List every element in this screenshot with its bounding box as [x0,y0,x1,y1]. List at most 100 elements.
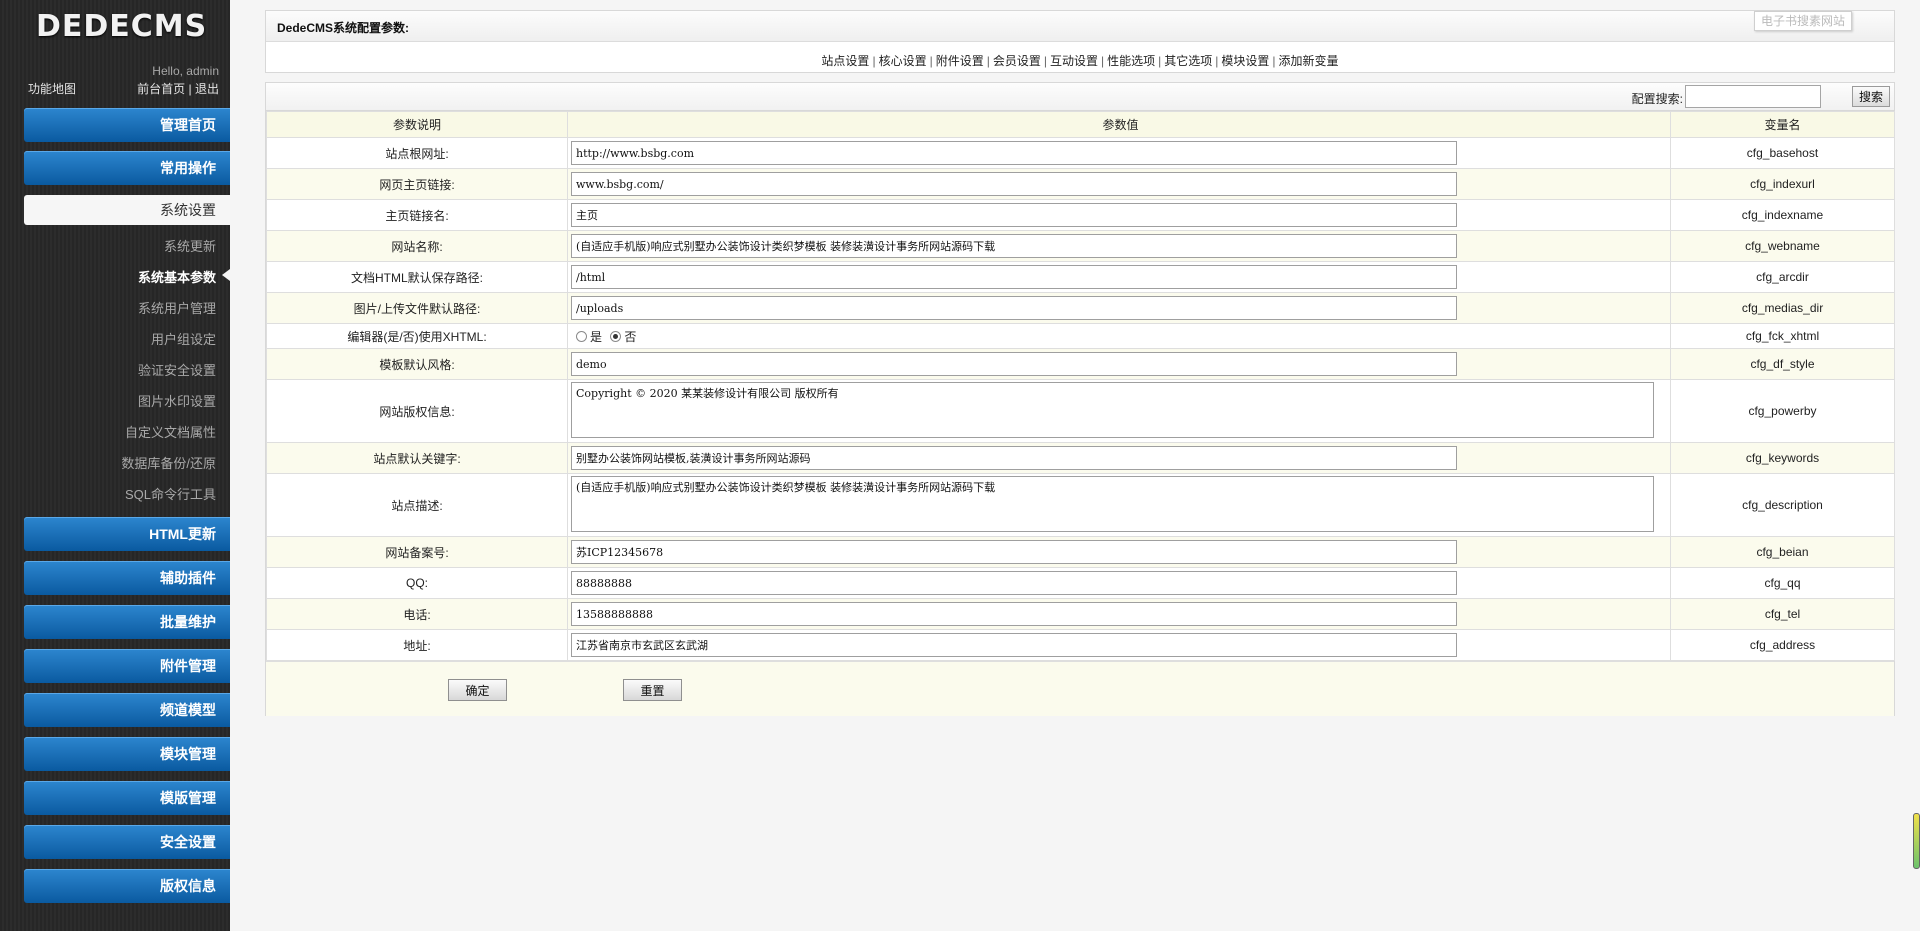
param-var: cfg_tel [1670,598,1895,630]
header-value: 参数值 [567,111,1671,138]
tab-core[interactable]: 核心设置 [879,54,927,68]
sub-item-basic-params[interactable]: 系统基本参数 [138,267,216,286]
param-desc: 图片/上传文件默认路径: [266,292,568,324]
param-input-df-style[interactable] [571,352,1457,376]
sub-item-sql-tool[interactable]: SQL命令行工具 [125,484,216,503]
sub-item-security-verify[interactable]: 验证安全设置 [138,360,216,379]
tab-interaction[interactable]: 互动设置 [1050,54,1098,68]
param-input-medias-dir[interactable] [571,296,1457,320]
tab-separator: | [986,54,990,68]
tab-site[interactable]: 站点设置 [821,54,869,68]
frontpage-link[interactable]: 前台首页 [137,82,185,96]
tab-members[interactable]: 会员设置 [993,54,1041,68]
sub-item-custom-attrs[interactable]: 自定义文档属性 [125,422,216,441]
param-var: cfg_indexname [1670,199,1895,231]
search-button[interactable]: 搜索 [1852,86,1890,107]
param-desc: 网站版权信息: [266,379,568,443]
param-desc: 站点描述: [266,473,568,537]
param-input-indexname[interactable] [571,203,1457,227]
param-var: cfg_address [1670,629,1895,661]
param-desc: QQ: [266,567,568,599]
radio-yes[interactable]: 是 [571,328,602,345]
radio-unchecked-icon[interactable] [576,330,587,342]
table-row: 网站版权信息: Copyright © 2020 某某装修设计有限公司 版权所有… [266,379,1895,443]
table-row: 模板默认风格: cfg_df_style [266,348,1895,380]
tab-modules[interactable]: 模块设置 [1221,54,1269,68]
param-input-webname[interactable] [571,234,1457,258]
menu-templates[interactable]: 模版管理 [24,781,230,815]
param-var: cfg_beian [1670,536,1895,568]
param-var: cfg_arcdir [1670,261,1895,293]
tab-separator: | [929,54,933,68]
menu-html-update[interactable]: HTML更新 [24,517,230,551]
param-desc: 站点默认关键字: [266,442,568,474]
table-row: 地址: cfg_address [266,629,1895,661]
header-var: 变量名 [1670,111,1895,138]
menu-system-settings[interactable]: 系统设置 [24,195,230,225]
menu-copyright[interactable]: 版权信息 [24,869,230,903]
confirm-button[interactable]: 确定 [448,679,507,701]
sub-item-system-update[interactable]: 系统更新 [164,236,216,255]
param-desc: 编辑器(是/否)使用XHTML: [266,323,568,349]
menu-attachments[interactable]: 附件管理 [24,649,230,683]
search-label: 配置搜索: [1631,92,1683,106]
sub-item-db-backup[interactable]: 数据库备份/还原 [121,453,216,472]
param-var: cfg_powerby [1670,379,1895,443]
scroll-widget[interactable] [1913,813,1920,869]
current-item-pointer-icon [222,269,230,281]
sidebar: DEDECMS Hello, admin 功能地图 前台首页 | 退出 管理首页… [0,0,230,931]
table-row: 站点根网址: cfg_basehost [266,137,1895,169]
sub-item-user-management[interactable]: 系统用户管理 [138,298,216,317]
param-textarea-description[interactable]: (自适应手机版)响应式别墅办公装饰设计类织梦模板 装修装潢设计事务所网站源码下载 [571,475,1654,532]
config-header: DedeCMS系统配置参数: 电子书搜素网站 站点设置 | 核心设置 | 附件设置 | 会员… [265,10,1895,73]
sub-item-watermark[interactable]: 图片水印设置 [138,391,216,410]
menu-channel-model[interactable]: 频道模型 [24,693,230,727]
radio-no[interactable]: 否 [605,328,636,345]
param-input-basehost[interactable] [571,141,1457,165]
param-input-arcdir[interactable] [571,265,1457,289]
table-row: 文档HTML默认保存路径: cfg_arcdir [266,261,1895,293]
search-input[interactable] [1685,85,1821,108]
menu-common-ops[interactable]: 常用操作 [24,151,230,185]
logo: DEDECMS [36,9,208,44]
watermark-badge[interactable]: 电子书搜素网站 [1753,11,1852,31]
param-textarea-powerby[interactable]: Copyright © 2020 某某装修设计有限公司 版权所有 [571,381,1654,438]
menu-security[interactable]: 安全设置 [24,825,230,859]
param-var: cfg_keywords [1670,442,1895,474]
param-input-beian[interactable] [571,540,1457,564]
param-input-keywords[interactable] [571,446,1457,470]
tab-other[interactable]: 其它选项 [1164,54,1212,68]
config-panel: 配置搜索: 搜索 参数说明 参数值 变量名 站点根网址: cfg_basehos… [265,82,1895,716]
param-var: cfg_medias_dir [1670,292,1895,324]
tab-add-variable[interactable]: 添加新变量 [1279,54,1339,68]
radio-checked-icon[interactable] [610,330,622,342]
sitemap-link[interactable]: 功能地图 [28,80,76,97]
tab-attachments[interactable]: 附件设置 [936,54,984,68]
param-var: cfg_basehost [1670,137,1895,169]
sub-item-user-groups[interactable]: 用户组设定 [151,329,216,348]
param-var: cfg_description [1670,473,1895,537]
menu-modules[interactable]: 模块管理 [24,737,230,771]
menu-batch[interactable]: 批量维护 [24,605,230,639]
tab-separator: | [1101,54,1105,68]
menu-plugins[interactable]: 辅助插件 [24,561,230,595]
param-var: cfg_indexurl [1670,168,1895,200]
param-desc: 模板默认风格: [266,348,568,380]
params-table: 参数说明 参数值 变量名 站点根网址: cfg_basehost 网页主页链接:… [266,111,1895,661]
table-row: 网站名称: cfg_webname [266,230,1895,262]
param-desc: 网站名称: [266,230,568,262]
logout-link[interactable]: 退出 [195,82,219,96]
tab-separator: | [1043,54,1047,68]
tab-performance[interactable]: 性能选项 [1107,54,1155,68]
reset-button[interactable]: 重置 [623,679,682,701]
table-row: 图片/上传文件默认路径: cfg_medias_dir [266,292,1895,324]
param-input-qq[interactable] [571,571,1457,595]
table-row: 网站备案号: cfg_beian [266,536,1895,568]
param-input-tel[interactable] [571,602,1457,626]
tab-separator: | [1215,54,1219,68]
menu-home[interactable]: 管理首页 [24,108,230,142]
form-actions: 确定 重置 [266,661,1894,716]
param-input-address[interactable] [571,633,1457,657]
tab-separator: | [1272,54,1276,68]
param-input-indexurl[interactable] [571,172,1457,196]
